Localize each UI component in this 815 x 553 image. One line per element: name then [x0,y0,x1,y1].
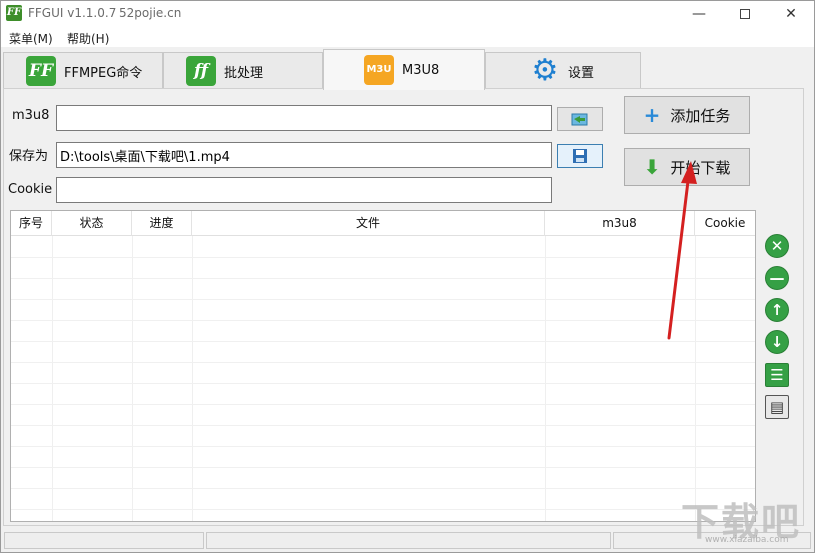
grid-line [11,488,755,489]
gear-icon: ⚙ [531,53,559,88]
window-title-site: 52pojie.cn [119,6,182,20]
menu-main[interactable]: 菜单(M) [9,30,53,47]
list-view-button[interactable]: ☰ [765,363,789,387]
column-header-status[interactable]: 状态 [52,211,132,236]
status-segment [206,532,611,549]
column-header-index[interactable]: 序号 [11,211,52,236]
m3u-icon: M3U [364,55,394,85]
move-down-icon: ↓ [770,333,784,351]
close-button[interactable]: ✕ [768,1,814,27]
open-m3u8-button[interactable] [557,107,603,131]
log-button[interactable]: ▤ [765,395,789,419]
watermark-url: www.xiazaiba.com [705,535,789,545]
grid-line [11,320,755,321]
grid-line [11,425,755,426]
column-header-cookie[interactable]: Cookie [695,211,755,236]
grid-line [11,467,755,468]
move-up-icon: ↑ [770,301,784,319]
maximize-button[interactable] [722,1,768,27]
grid-line [11,278,755,279]
delete-task-button[interactable]: ✕ [765,234,789,258]
cookie-label: Cookie [8,182,53,197]
grid-line [11,341,755,342]
add-task-button[interactable]: + 添加任务 [624,96,750,134]
grid-line [11,257,755,258]
download-arrow-icon: ⬇ [643,155,661,179]
m3u8-url-input[interactable] [56,105,552,131]
grid-line [11,362,755,363]
tab-ffmpeg-label: FFMPEG命令 [64,65,143,81]
remove-task-button[interactable]: — [765,266,789,290]
grid-line [11,383,755,384]
move-up-button[interactable]: ↑ [765,298,789,322]
cookie-input[interactable] [56,177,552,203]
app-logo-icon: FF [6,5,22,21]
plus-icon: + [643,103,661,127]
save-path-input[interactable] [56,142,552,168]
maximize-icon [740,9,750,19]
tab-settings[interactable]: ⚙ 设置 [485,52,641,89]
status-segment [4,532,204,549]
column-header-progress[interactable]: 进度 [132,211,192,236]
tab-m3u8-label: M3U8 [402,62,440,78]
list-icon: ☰ [770,366,784,384]
task-table[interactable]: 序号 状态 进度 文件 m3u8 Cookie [10,210,756,522]
remove-icon: — [769,269,785,287]
app-window: FF FFGUI v1.1.0.7 52pojie.cn — ✕ 菜单(M) 帮… [0,0,815,553]
save-disk-icon [573,149,587,163]
tab-strip: FF FFMPEG命令 ff 批处理 M3U M3U8 ⚙ 设置 [1,47,814,90]
minimize-button[interactable]: — [676,1,722,27]
ff-italic-icon: ff [186,56,216,86]
table-header: 序号 状态 进度 文件 m3u8 Cookie [11,211,755,236]
window-title: FFGUI v1.1.0.7 [28,6,117,20]
grid-line [11,299,755,300]
grid-line [11,404,755,405]
tab-batch-label: 批处理 [224,65,264,81]
column-header-file[interactable]: 文件 [192,211,545,236]
column-header-m3u8[interactable]: m3u8 [545,211,695,236]
title-bar: FF FFGUI v1.1.0.7 52pojie.cn — ✕ [1,1,814,27]
browse-save-button[interactable] [557,144,603,168]
tab-ffmpeg[interactable]: FF FFMPEG命令 [3,52,163,89]
tab-batch[interactable]: ff 批处理 [163,52,323,89]
menu-bar: 菜单(M) 帮助(H) [1,27,814,47]
ff-logo-icon: FF [26,56,56,86]
delete-icon: ✕ [770,237,784,255]
grid-line [11,446,755,447]
notebook-icon: ▤ [769,398,785,416]
start-download-label: 开始下载 [670,158,731,177]
folder-open-icon [571,113,588,126]
start-download-button[interactable]: ⬇ 开始下载 [624,148,750,186]
add-task-label: 添加任务 [670,106,731,125]
m3u8-panel: m3u8 保存为 Cookie + 添加任务 ⬇ 开始下载 [3,88,804,526]
save-as-label: 保存为 [9,149,49,164]
tab-settings-label: 设置 [568,65,595,81]
menu-help[interactable]: 帮助(H) [67,30,109,47]
m3u8-label: m3u8 [12,108,50,123]
move-down-button[interactable]: ↓ [765,330,789,354]
watermark: 下载吧 www.xiazaiba.com [681,491,813,551]
grid-line [11,509,755,510]
tab-m3u8[interactable]: M3U M3U8 [323,49,485,90]
